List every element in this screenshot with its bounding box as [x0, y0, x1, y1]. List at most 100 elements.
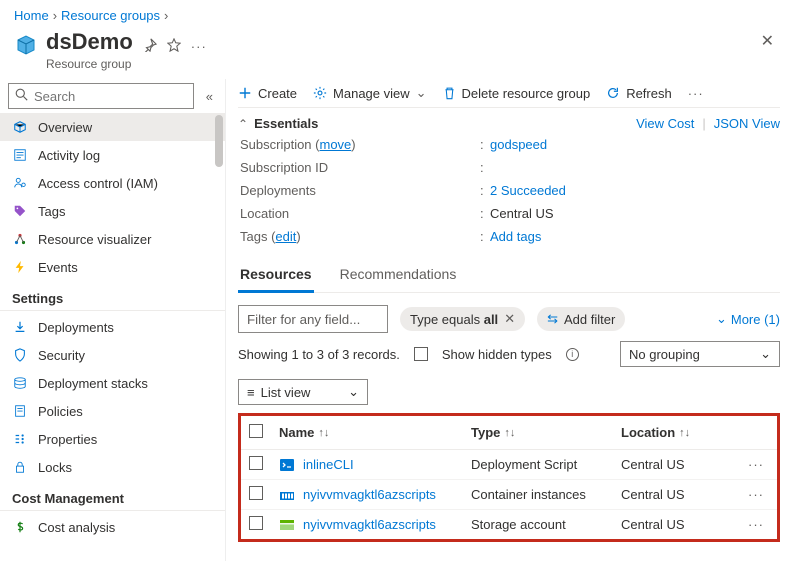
tab-resources[interactable]: Resources [238, 258, 314, 293]
info-icon[interactable]: i [566, 348, 579, 361]
more-icon[interactable]: ··· [191, 39, 207, 54]
sidebar-item-deployments[interactable]: Deployments [0, 313, 225, 341]
deployments-value-link[interactable]: 2 Succeeded [490, 183, 566, 198]
sidebar-item-overview[interactable]: Overview [0, 113, 225, 141]
tags-edit-link[interactable]: edit [275, 229, 296, 244]
create-button[interactable]: Create [238, 86, 297, 101]
manage-view-button[interactable]: Manage view ⌄ [313, 85, 427, 101]
row-menu-button[interactable]: ··· [748, 457, 764, 472]
essentials-location-label: Location [240, 206, 480, 221]
sidebar-section-settings: Settings [0, 281, 225, 311]
sort-asc-icon: ↑↓ [318, 427, 329, 439]
resource-type: Container instances [471, 487, 621, 502]
command-overflow-button[interactable]: ··· [688, 86, 704, 101]
resource-type: Storage account [471, 517, 621, 532]
resource-location: Central US [621, 517, 741, 532]
delete-resource-group-button[interactable]: Delete resource group [443, 86, 591, 101]
table-row: nyivvmvagktl6azscripts Storage accountCen… [241, 510, 777, 539]
resource-name-link[interactable]: inlineCLI [303, 457, 354, 472]
resource-name-link[interactable]: nyivvmvagktl6azscripts [303, 487, 436, 502]
resources-tabs: Resources Recommendations [238, 258, 780, 293]
row-menu-button[interactable]: ··· [748, 517, 764, 532]
resource-type: Deployment Script [471, 457, 621, 472]
close-button[interactable]: ✕ [757, 29, 778, 53]
storage-icon [279, 517, 295, 533]
container-icon [279, 487, 295, 503]
shield-icon [12, 347, 28, 363]
sidebar-item-properties[interactable]: Properties [0, 425, 225, 453]
filter-chip-type[interactable]: Type equals all ✕ [400, 307, 525, 331]
row-menu-button[interactable]: ··· [748, 487, 764, 502]
pin-icon[interactable] [143, 38, 157, 55]
sidebar-item-cost-analysis[interactable]: Cost analysis [0, 513, 225, 541]
policy-icon [12, 403, 28, 419]
breadcrumb-home[interactable]: Home [14, 8, 49, 23]
sidebar-item-activity-log[interactable]: Activity log [0, 141, 225, 169]
sort-icon: ↑↓ [504, 427, 515, 439]
log-icon [12, 147, 28, 163]
star-icon[interactable] [167, 38, 181, 55]
chevron-down-icon: ⌄ [716, 311, 727, 327]
sidebar-item-resource-visualizer[interactable]: Resource visualizer [0, 225, 225, 253]
add-filter-button[interactable]: ⇆ Add filter [537, 307, 625, 331]
list-view-select[interactable]: ≡List view ⌄ [238, 379, 368, 405]
column-header-location[interactable]: Location ↑↓ [621, 425, 741, 440]
filter-input[interactable] [238, 305, 388, 333]
sidebar-item-events[interactable]: Events [0, 253, 225, 281]
chevron-right-icon: › [164, 8, 168, 23]
sidebar-item-deployment-stacks[interactable]: Deployment stacks [0, 369, 225, 397]
breadcrumb-resource-groups[interactable]: Resource groups [61, 8, 160, 23]
table-row: inlineCLIDeployment ScriptCentral US··· [241, 450, 777, 480]
show-hidden-types-checkbox[interactable] [414, 347, 428, 361]
essentials-toggle[interactable]: ⌃ Essentials [238, 116, 318, 131]
select-all-checkbox[interactable] [249, 424, 263, 438]
chevron-down-icon: ⌄ [760, 346, 771, 362]
table-row: nyivvmvagktl6azscripts Container instance… [241, 480, 777, 510]
essentials-header: Essentials [254, 116, 318, 131]
cube-icon [12, 119, 28, 135]
sidebar-item-locks[interactable]: Locks [0, 453, 225, 481]
row-checkbox[interactable] [249, 456, 263, 470]
search-icon [15, 88, 28, 104]
sidebar-item-policies[interactable]: Policies [0, 397, 225, 425]
column-header-name[interactable]: Name↑↓ [275, 425, 471, 440]
resource-group-icon [14, 33, 38, 57]
lock-icon [12, 459, 28, 475]
viz-icon [12, 231, 28, 247]
location-value: Central US [490, 206, 554, 221]
sidebar-item-access-control-iam-[interactable]: Access control (IAM) [0, 169, 225, 197]
filter-icon: ⇆ [547, 311, 558, 327]
column-header-type[interactable]: Type ↑↓ [471, 425, 621, 440]
sidebar-item-security[interactable]: Security [0, 341, 225, 369]
records-count: Showing 1 to 3 of 3 records. [238, 347, 400, 362]
add-tags-link[interactable]: Add tags [490, 229, 541, 244]
refresh-button[interactable]: Refresh [606, 86, 672, 101]
command-bar: Create Manage view ⌄ Delete resource gro… [238, 79, 780, 107]
sort-icon: ↑↓ [679, 427, 690, 439]
sidebar: « OverviewActivity logAccess control (IA… [0, 79, 226, 561]
grouping-select[interactable]: No grouping⌄ [620, 341, 780, 367]
row-checkbox[interactable] [249, 516, 263, 530]
sidebar-item-tags[interactable]: Tags [0, 197, 225, 225]
row-checkbox[interactable] [249, 486, 263, 500]
tab-recommendations[interactable]: Recommendations [338, 258, 459, 292]
list-icon: ≡ [247, 385, 255, 400]
subscription-move-link[interactable]: move [320, 137, 352, 152]
dollar-icon [12, 519, 28, 535]
subscription-value-link[interactable]: godspeed [490, 137, 547, 152]
chevron-up-icon: ⌃ [238, 117, 248, 131]
view-cost-link[interactable]: View Cost [636, 116, 694, 131]
script-icon [279, 457, 295, 473]
clear-filter-icon[interactable]: ✕ [504, 311, 515, 327]
resource-name-link[interactable]: nyivvmvagktl6azscripts [303, 517, 436, 532]
resource-location: Central US [621, 487, 741, 502]
sidebar-section-cost-management: Cost Management [0, 481, 225, 511]
more-filters-link[interactable]: ⌄ More (1) [716, 311, 780, 327]
json-view-link[interactable]: JSON View [714, 116, 780, 131]
resources-table: Name↑↓ Type ↑↓ Location ↑↓ inlineCLI Depl… [238, 413, 780, 542]
chevron-down-icon: ⌄ [348, 384, 359, 400]
essentials-deployments-label: Deployments [240, 183, 480, 198]
scrollbar-thumb[interactable] [215, 115, 223, 167]
collapse-sidebar-button[interactable]: « [202, 89, 217, 104]
sidebar-search-input[interactable] [8, 83, 194, 109]
